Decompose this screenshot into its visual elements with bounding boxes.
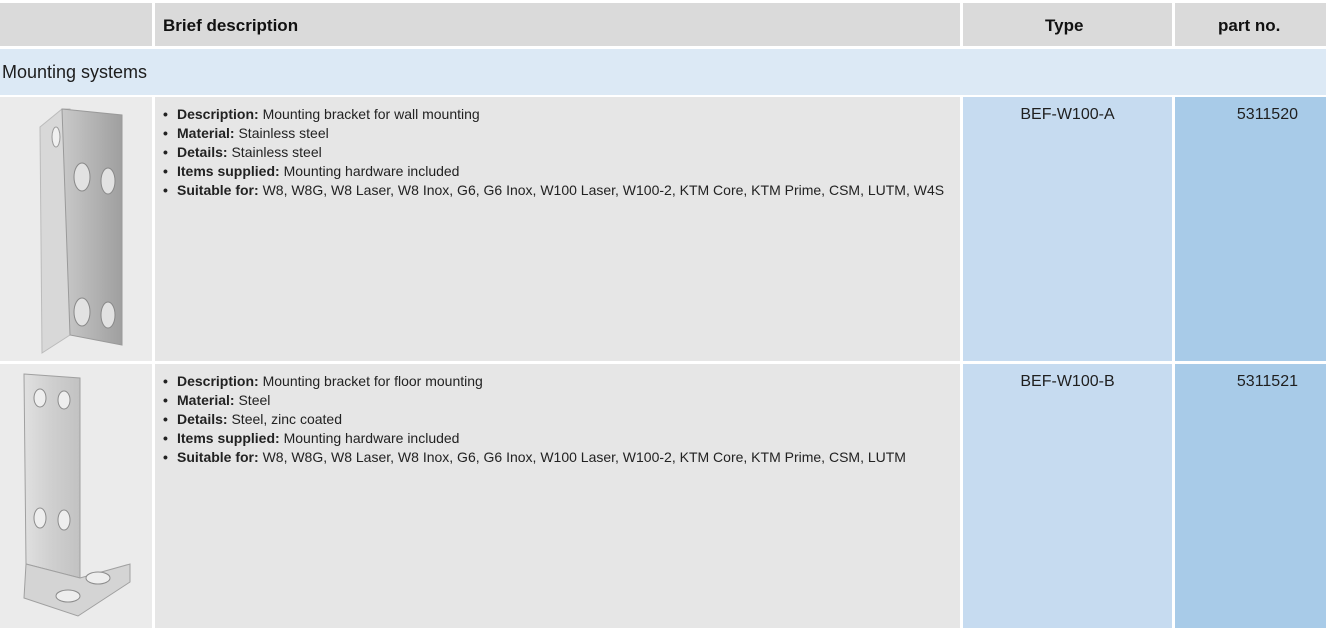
product-image-cell [0, 364, 152, 628]
accessories-table: Brief description Type part no. Mounting… [0, 0, 1326, 628]
spec-item: Details: Stainless steel [163, 143, 953, 162]
product-part-no-cell: 5311521 [1175, 364, 1326, 628]
spec-item: Material: Stainless steel [163, 124, 953, 143]
spec-label: Details: [177, 144, 228, 160]
product-type-cell: BEF-W100-A [963, 97, 1172, 361]
product-description-cell: Description: Mounting bracket for floor … [155, 364, 960, 628]
header-part-no-label: part no. [1218, 16, 1281, 35]
spec-label: Items supplied: [177, 430, 280, 446]
spec-value: Steel [238, 392, 271, 408]
spec-value: Stainless steel [238, 125, 329, 141]
spec-item: Suitable for: W8, W8G, W8 Laser, W8 Inox… [163, 181, 953, 200]
floor-bracket-image [23, 373, 131, 617]
product-part-no: 5311520 [1236, 106, 1298, 123]
spec-value: Mounting bracket for floor mounting [262, 373, 483, 389]
spec-label: Suitable for: [177, 182, 259, 198]
spec-value: W8, W8G, W8 Laser, W8 Inox, G6, G6 Inox,… [262, 182, 945, 198]
spec-value: Mounting hardware included [283, 430, 460, 446]
header-type: Type [963, 3, 1172, 46]
spec-item: Material: Steel [163, 391, 953, 410]
header-part-no: part no. [1175, 3, 1326, 46]
spec-label: Details: [177, 411, 228, 427]
spec-item: Description: Mounting bracket for wall m… [163, 105, 953, 124]
wall-bracket-image [39, 108, 123, 354]
product-part-no: 5311521 [1236, 373, 1298, 390]
product-description-cell: Description: Mounting bracket for wall m… [155, 97, 960, 361]
product-type: BEF-W100-B [1020, 373, 1115, 390]
header-brief-description: Brief description [155, 3, 960, 46]
product-type: BEF-W100-A [1020, 106, 1115, 123]
header-image-cell [0, 3, 152, 46]
spec-item: Details: Steel, zinc coated [163, 410, 953, 429]
product-type-cell: BEF-W100-B [963, 364, 1172, 628]
spec-item: Items supplied: Mounting hardware includ… [163, 162, 953, 181]
product-part-no-cell: 5311520 [1175, 97, 1326, 361]
spec-label: Description: [177, 373, 259, 389]
spec-item: Items supplied: Mounting hardware includ… [163, 429, 953, 448]
spec-label: Material: [177, 125, 235, 141]
spec-value: Stainless steel [231, 144, 322, 160]
section-row: Mounting systems [0, 49, 1326, 95]
spec-label: Material: [177, 392, 235, 408]
spec-value: Mounting hardware included [283, 163, 460, 179]
spec-list: Description: Mounting bracket for floor … [163, 372, 953, 467]
spec-label: Items supplied: [177, 163, 280, 179]
spec-item: Suitable for: W8, W8G, W8 Laser, W8 Inox… [163, 448, 953, 467]
section-title: Mounting systems [2, 62, 148, 82]
spec-label: Description: [177, 106, 259, 122]
product-image-cell [0, 97, 152, 361]
spec-value: W8, W8G, W8 Laser, W8 Inox, G6, G6 Inox,… [262, 449, 906, 465]
spec-value: Steel, zinc coated [231, 411, 342, 427]
header-type-label: Type [1045, 16, 1084, 35]
header-brief-description-label: Brief description [163, 16, 299, 35]
spec-value: Mounting bracket for wall mounting [262, 106, 480, 122]
spec-item: Description: Mounting bracket for floor … [163, 372, 953, 391]
spec-list: Description: Mounting bracket for wall m… [163, 105, 953, 200]
spec-label: Suitable for: [177, 449, 259, 465]
